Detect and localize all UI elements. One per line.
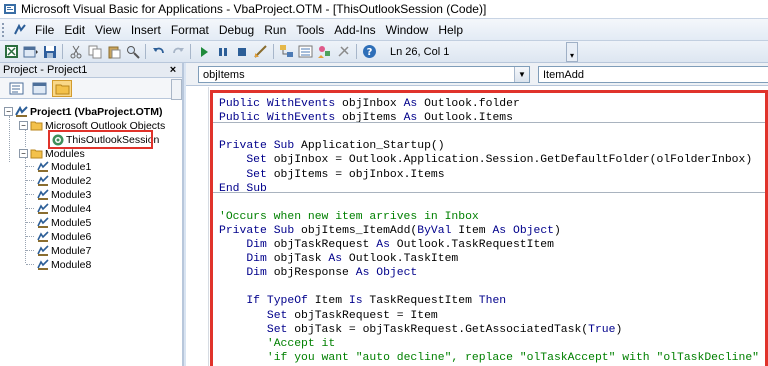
menu-debug[interactable]: Debug bbox=[214, 20, 259, 40]
menu-run[interactable]: Run bbox=[259, 20, 291, 40]
cursor-position: Ln 26, Col 1 bbox=[390, 45, 450, 58]
toggle-folders-icon[interactable] bbox=[52, 79, 72, 97]
view-excel-icon[interactable] bbox=[2, 43, 21, 61]
collapse-icon[interactable]: − bbox=[4, 107, 13, 116]
save-icon[interactable] bbox=[40, 43, 59, 61]
properties-window-icon[interactable] bbox=[296, 43, 315, 61]
module-label: Module2 bbox=[51, 174, 92, 187]
toolbar-separator bbox=[190, 44, 191, 59]
toolbar-options-icon[interactable]: ▾ bbox=[566, 42, 578, 62]
tree-item-module2[interactable]: Module2 bbox=[36, 174, 91, 187]
object-combo-value: objItems bbox=[203, 68, 245, 81]
toolbar-separator bbox=[145, 44, 146, 59]
design-mode-icon[interactable] bbox=[251, 43, 270, 61]
project-toolbar-scroll[interactable] bbox=[171, 79, 182, 100]
tree-item-module8[interactable]: Module8 bbox=[36, 258, 91, 271]
module-icon bbox=[36, 188, 49, 201]
title-bar: Microsoft Visual Basic for Applications … bbox=[0, 0, 768, 19]
redo-icon[interactable] bbox=[168, 43, 187, 61]
procedure-combo[interactable]: ItemAdd bbox=[538, 66, 768, 83]
module-label: Module3 bbox=[51, 188, 92, 201]
object-combo[interactable]: objItems ▼ bbox=[198, 66, 530, 83]
module-label: Module6 bbox=[51, 230, 92, 243]
tree-item-module7[interactable]: Module7 bbox=[36, 244, 91, 257]
menu-file[interactable]: File bbox=[30, 20, 59, 40]
module-icon bbox=[36, 216, 49, 229]
module-icon bbox=[36, 160, 49, 173]
object-browser-icon[interactable] bbox=[315, 43, 334, 61]
module-icon bbox=[36, 258, 49, 271]
menu-bar: File Edit View Insert Format Debug Run T… bbox=[0, 19, 768, 41]
menu-insert[interactable]: Insert bbox=[126, 20, 166, 40]
tree-item-module6[interactable]: Module6 bbox=[36, 230, 91, 243]
toolbar-separator bbox=[273, 44, 274, 59]
tree-item-module3[interactable]: Module3 bbox=[36, 188, 91, 201]
toolbar-separator bbox=[356, 44, 357, 59]
menu-edit[interactable]: Edit bbox=[59, 20, 90, 40]
project-explorer-toolbar bbox=[0, 78, 182, 100]
menu-format[interactable]: Format bbox=[166, 20, 214, 40]
menu-help[interactable]: Help bbox=[433, 20, 468, 40]
collapse-icon[interactable]: − bbox=[19, 149, 28, 158]
procedure-combo-value: ItemAdd bbox=[543, 68, 584, 81]
tree-item-module4[interactable]: Module4 bbox=[36, 202, 91, 215]
toolbox-icon[interactable] bbox=[334, 43, 353, 61]
module-label: Module5 bbox=[51, 216, 92, 229]
module-label: Module8 bbox=[51, 258, 92, 271]
code-editor[interactable]: Public WithEvents objInbox As Outlook.fo… bbox=[186, 87, 768, 366]
svg-text:?: ? bbox=[367, 47, 373, 58]
folder-open-icon bbox=[30, 148, 43, 160]
module-label: Module7 bbox=[51, 244, 92, 257]
break-icon[interactable] bbox=[213, 43, 232, 61]
help-icon[interactable]: ? bbox=[360, 43, 379, 61]
undo-icon[interactable] bbox=[149, 43, 168, 61]
menu-addins[interactable]: Add-Ins bbox=[329, 20, 380, 40]
module-icon bbox=[36, 244, 49, 257]
folder-open-icon bbox=[30, 120, 43, 132]
project-explorer-icon[interactable] bbox=[277, 43, 296, 61]
module-label: Module4 bbox=[51, 202, 92, 215]
vba-app-icon bbox=[3, 2, 17, 16]
tree-item-project1[interactable]: − Project1 (VbaProject.OTM) bbox=[4, 105, 162, 118]
toolbar-separator bbox=[62, 44, 63, 59]
tree-item-module1[interactable]: Module1 bbox=[36, 160, 91, 173]
margin-indicator-bar[interactable] bbox=[186, 87, 209, 366]
module-icon bbox=[36, 230, 49, 243]
cut-icon[interactable] bbox=[66, 43, 85, 61]
vba-project-icon bbox=[15, 105, 28, 118]
modules-label: Modules bbox=[45, 147, 85, 160]
find-icon[interactable] bbox=[123, 43, 142, 61]
chevron-down-icon[interactable]: ▼ bbox=[514, 67, 529, 82]
tree-item-module5[interactable]: Module5 bbox=[36, 216, 91, 229]
menu-view[interactable]: View bbox=[90, 20, 126, 40]
view-code-icon[interactable] bbox=[6, 80, 26, 97]
menubar-grip[interactable] bbox=[2, 22, 10, 37]
paste-icon[interactable] bbox=[104, 43, 123, 61]
insert-userform-icon[interactable] bbox=[21, 43, 40, 61]
copy-icon[interactable] bbox=[85, 43, 104, 61]
module-label: Module1 bbox=[51, 160, 92, 173]
menu-window[interactable]: Window bbox=[381, 20, 434, 40]
project-root-label: Project1 (VbaProject.OTM) bbox=[30, 105, 163, 118]
project-explorer-header: Project - Project1 × bbox=[0, 63, 182, 78]
window-title: Microsoft Visual Basic for Applications … bbox=[21, 2, 487, 16]
code-highlight-box bbox=[210, 90, 768, 366]
module-icon bbox=[36, 174, 49, 187]
collapse-icon[interactable]: − bbox=[19, 121, 28, 130]
code-window-header: objItems ▼ ItemAdd bbox=[186, 63, 768, 86]
standard-toolbar: ? Ln 26, Col 1 ▾ bbox=[0, 41, 768, 63]
thisoutlooksession-highlight bbox=[48, 130, 153, 149]
menu-tools[interactable]: Tools bbox=[291, 20, 329, 40]
run-icon[interactable] bbox=[194, 43, 213, 61]
project-explorer-title: Project - Project1 bbox=[3, 64, 88, 76]
vba-menu-icon[interactable] bbox=[12, 22, 28, 38]
module-icon bbox=[36, 202, 49, 215]
code-window: objItems ▼ ItemAdd Public WithEvents obj… bbox=[186, 63, 768, 366]
reset-icon[interactable] bbox=[232, 43, 251, 61]
view-object-icon[interactable] bbox=[29, 80, 49, 97]
close-icon[interactable]: × bbox=[167, 64, 179, 76]
project-explorer: Project - Project1 × − Project1 (VbaProj… bbox=[0, 63, 184, 366]
